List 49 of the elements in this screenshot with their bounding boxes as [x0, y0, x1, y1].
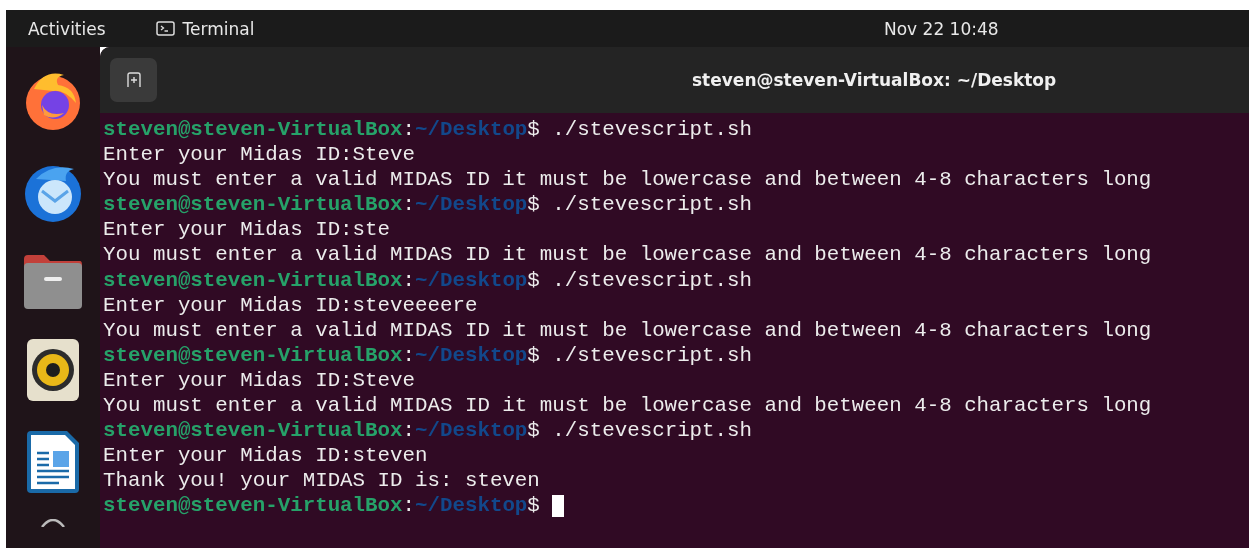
document-icon[interactable]: [27, 431, 79, 493]
prompt-path: ~/Desktop: [415, 493, 528, 519]
terminal-icon: [155, 21, 175, 36]
prompt-user-host: steven@steven-VirtualBox: [103, 267, 403, 293]
output-text: You must enter a valid MIDAS ID it must be lowercase and between 4-8 characters long: [103, 167, 1152, 193]
output-text: Enter your Midas ID:Steve: [103, 142, 415, 168]
prompt-separator: :: [402, 117, 415, 143]
prompt-user-host: steven@steven-VirtualBox: [103, 493, 403, 519]
prompt-user-host: steven@steven-VirtualBox: [103, 342, 403, 368]
prompt-path: ~/Desktop: [415, 192, 528, 218]
prompt-separator: :: [402, 493, 415, 519]
output-text: You must enter a valid MIDAS ID it must be lowercase and between 4-8 characters long: [103, 317, 1152, 343]
new-tab-icon: [125, 72, 142, 88]
folder-icon[interactable]: [22, 253, 84, 309]
clock[interactable]: Nov 22 10:48: [884, 18, 999, 39]
prompt-symbol: $: [527, 342, 540, 368]
command-text: ./stevescript.sh: [552, 117, 752, 143]
prompt-path: ~/Desktop: [415, 267, 528, 293]
output-text: Enter your Midas ID:ste: [103, 217, 391, 243]
output-text: Thank you! your MIDAS ID is: steven: [103, 468, 540, 494]
prompt-symbol: $: [527, 192, 540, 218]
command-text: ./stevescript.sh: [552, 192, 752, 218]
prompt-symbol: $: [527, 493, 540, 519]
activities-button[interactable]: Activities: [28, 18, 106, 39]
new-tab-button[interactable]: [110, 58, 157, 102]
command-text: ./stevescript.sh: [552, 267, 752, 293]
output-text: You must enter a valid MIDAS ID it must be lowercase and between 4-8 characters long: [103, 242, 1152, 268]
prompt-path: ~/Desktop: [415, 342, 528, 368]
prompt-separator: :: [402, 267, 415, 293]
command-text: ./stevescript.sh: [552, 342, 752, 368]
prompt-separator: :: [402, 418, 415, 444]
prompt-symbol: $: [527, 267, 540, 293]
prompt-user-host: steven@steven-VirtualBox: [103, 418, 403, 444]
prompt-separator: :: [402, 192, 415, 218]
output-text: Enter your Midas ID:steveeeere: [103, 292, 478, 318]
prompt-path: ~/Desktop: [415, 418, 528, 444]
speaker-icon[interactable]: [27, 339, 79, 401]
output-text: Enter your Midas ID:steven: [103, 443, 428, 469]
command-text: ./stevescript.sh: [552, 418, 752, 444]
window-title: steven@steven-VirtualBox: ~/Desktop: [692, 70, 1057, 90]
prompt-user-host: steven@steven-VirtualBox: [103, 117, 403, 143]
output-text: You must enter a valid MIDAS ID it must be lowercase and between 4-8 characters long: [103, 393, 1152, 419]
prompt-symbol: $: [527, 117, 540, 143]
output-text: Enter your Midas ID:Steve: [103, 367, 415, 394]
prompt-user-host: steven@steven-VirtualBox: [103, 192, 403, 218]
prompt-path: ~/Desktop: [415, 117, 528, 143]
prompt-separator: :: [402, 342, 415, 368]
app-menu[interactable]: Terminal: [155, 18, 255, 39]
prompt-symbol: $: [527, 418, 540, 444]
